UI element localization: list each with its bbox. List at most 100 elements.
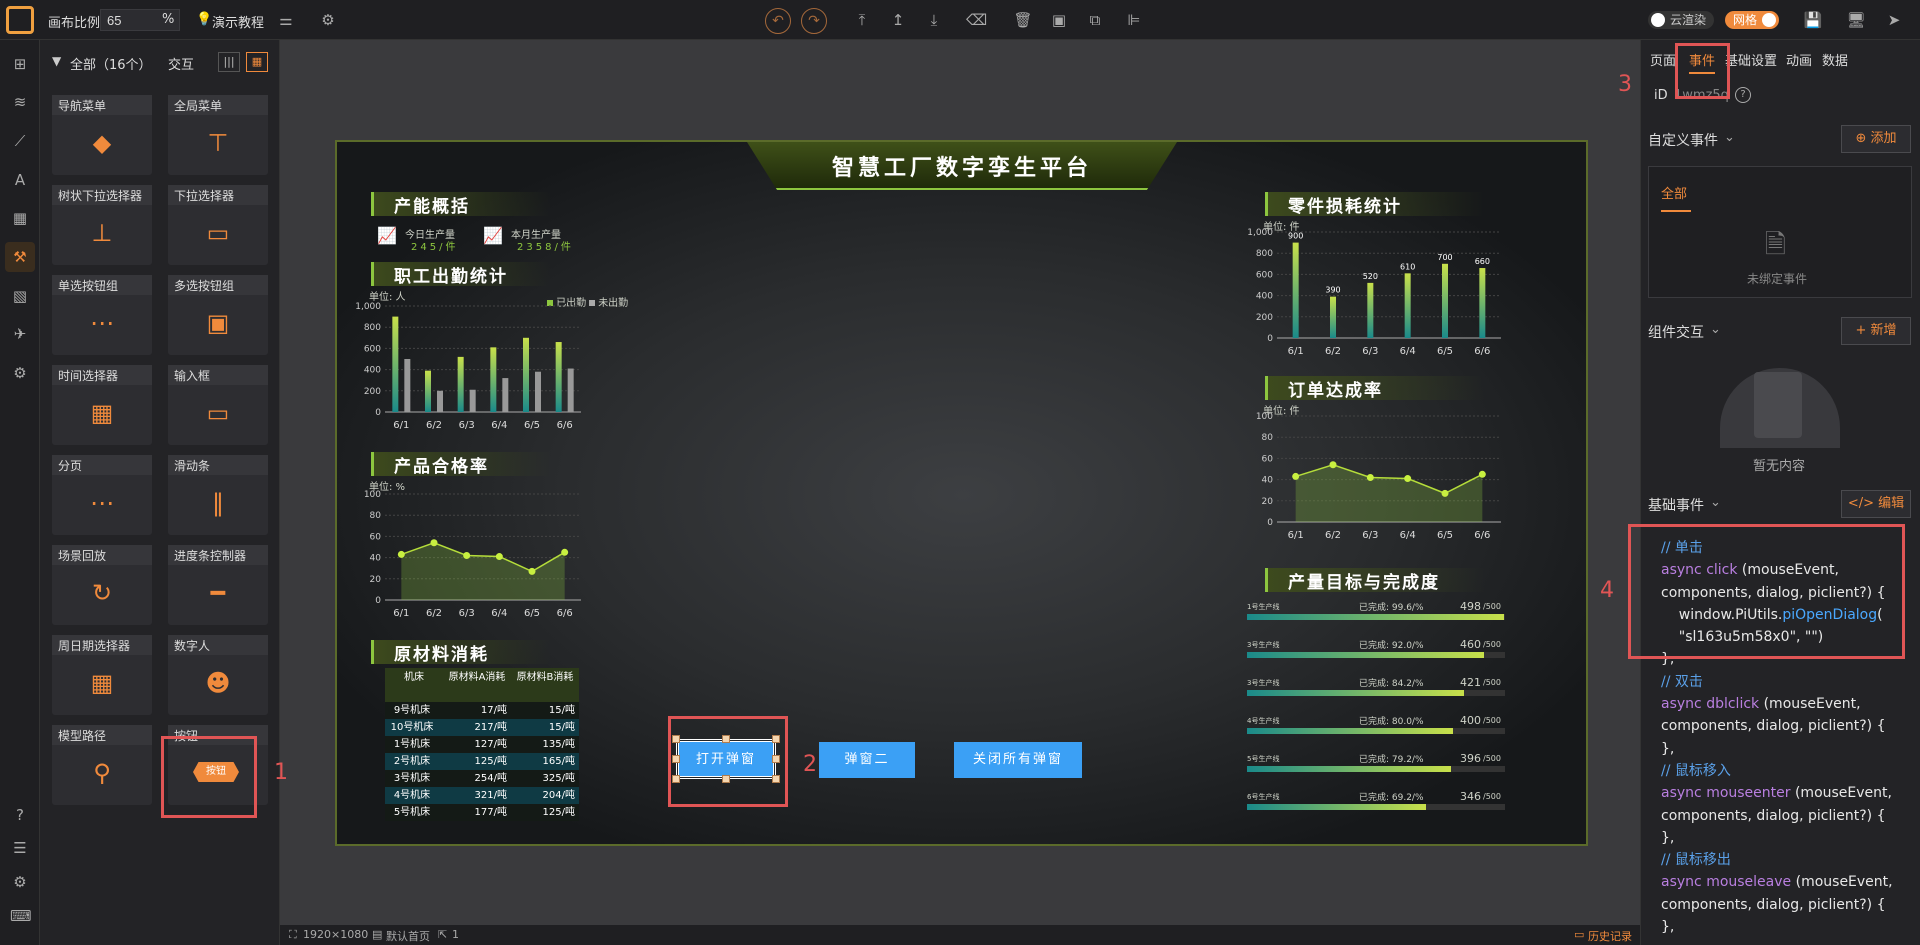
x-tick-label: 6/4 — [1400, 346, 1416, 357]
y-tick-label: 80 — [1262, 433, 1274, 443]
redo-button[interactable]: ↷ — [801, 8, 827, 34]
y-tick-label: 20 — [1262, 497, 1274, 507]
new-interaction-button[interactable]: + 新增 — [1841, 317, 1911, 345]
component-card[interactable]: 时间选择器 ▦ — [52, 365, 152, 445]
filter-label[interactable]: 全部（16个） — [70, 54, 152, 73]
settings-icon[interactable]: ⚙ — [10, 872, 30, 892]
component-card[interactable]: 下拉选择器 ▭ — [168, 185, 268, 265]
code-line: // 鼠标移入 — [1661, 760, 1911, 782]
monitor-icon[interactable]: 🖥 — [1846, 10, 1866, 30]
edit-code-button[interactable]: </> 编辑 — [1841, 490, 1911, 518]
target-total: /500 — [1483, 716, 1501, 725]
component-card[interactable]: 全局菜单 ⊤ — [168, 95, 268, 175]
target-track — [1247, 652, 1505, 658]
undo-button[interactable]: ↶ — [765, 8, 791, 34]
chevron-down-icon[interactable]: ⌄ — [1710, 495, 1721, 510]
move-up-icon[interactable]: ↥ — [888, 10, 908, 30]
code-line: async dblclick (mouseEvent, — [1661, 693, 1911, 715]
list-view-icon[interactable]: ||| — [218, 52, 240, 72]
controls-icon[interactable]: ⚒ — [10, 247, 30, 267]
model-icon[interactable]: ⚙ — [10, 363, 30, 383]
component-card[interactable]: 周日期选择器 ▦ — [52, 635, 152, 715]
component-card[interactable]: 输入框 ▭ — [168, 365, 268, 445]
close-all-dialogs-button[interactable]: 关闭所有弹窗 — [954, 742, 1082, 778]
grid-toggle[interactable]: 网格 — [1725, 11, 1780, 29]
table-cell: 5号机床 — [393, 807, 431, 818]
move-top-icon[interactable]: ⤒ — [852, 10, 872, 30]
component-card-title: 模型路径 — [52, 725, 152, 745]
grid-view-icon[interactable]: ▦ — [246, 52, 268, 72]
y-tick-label: 0 — [1267, 518, 1273, 528]
component-icon: ▦ — [90, 669, 114, 697]
filter-icon[interactable]: ▼ — [52, 54, 61, 68]
table-header-cell: 机床 — [404, 672, 424, 683]
events-all-tab[interactable]: 全部 — [1661, 183, 1687, 202]
component-card-title: 分页 — [52, 455, 152, 475]
sliders-icon[interactable]: ⚌ — [276, 10, 296, 30]
layers-icon[interactable]: ≋ — [10, 92, 30, 112]
legend-absent-label: 未出勤 — [598, 298, 629, 309]
dialog-two-button[interactable]: 弹窗二 — [819, 742, 915, 778]
bar — [555, 342, 562, 412]
delete-icon[interactable]: 🗑 — [1013, 10, 1033, 30]
component-card[interactable]: 多选按钮组 ▣ — [168, 275, 268, 355]
component-card[interactable]: 进度条控制器 ━ — [168, 545, 268, 625]
edit-code-label: 编辑 — [1878, 496, 1905, 511]
clear-icon[interactable]: ⌫ — [966, 10, 987, 30]
tab-basic[interactable]: 基础设置 — [1725, 50, 1777, 69]
table-cell: 321/吨 — [474, 790, 507, 801]
table-icon[interactable]: ▦ — [10, 208, 30, 228]
empty-label: 暂无内容 — [1753, 459, 1806, 474]
components-icon[interactable]: ⊞ — [10, 54, 30, 74]
cloud-render-toggle[interactable]: 云渲染 — [1648, 11, 1715, 29]
component-card[interactable]: 树状下拉选择器 ⊥ — [52, 185, 152, 265]
component-card[interactable]: 滑动条 ‖ — [168, 455, 268, 535]
bar — [404, 359, 411, 412]
x-tick-label: 6/4 — [1400, 530, 1416, 541]
x-tick-label: 6/6 — [1474, 530, 1490, 541]
table-row: 5号机床 177/吨 125/吨 — [385, 804, 579, 821]
interaction-tab[interactable]: 交互 — [168, 54, 194, 73]
tab-data[interactable]: 数据 — [1822, 50, 1848, 69]
chevron-down-icon[interactable]: ⌄ — [1710, 322, 1721, 337]
component-card[interactable]: 单选按钮组 ⋯ — [52, 275, 152, 355]
component-card[interactable]: 导航菜单 ◆ — [52, 95, 152, 175]
plane-icon[interactable]: ✈ — [10, 324, 30, 344]
gear-icon[interactable]: ⚙ — [318, 10, 338, 30]
data-point — [397, 550, 405, 558]
bar — [1479, 268, 1486, 338]
data-point — [495, 553, 503, 561]
x-tick-label: 6/1 — [1288, 530, 1304, 541]
history-button[interactable]: 历史记录 — [1588, 928, 1632, 944]
add-event-button[interactable]: ⊕ 添加 — [1841, 125, 1911, 153]
table-cell: 254/吨 — [474, 773, 507, 784]
help-icon[interactable]: ? — [1735, 87, 1751, 103]
bar — [490, 347, 497, 412]
save-icon[interactable]: 💾 — [1803, 10, 1823, 30]
tab-page[interactable]: 页面 — [1650, 50, 1676, 69]
chart-icon[interactable]: ⟋ — [10, 131, 30, 151]
scale-label: 画布比例 — [48, 16, 101, 31]
code-comment: // 双击 — [1661, 673, 1703, 690]
component-card-title: 场景回放 — [52, 545, 152, 565]
keyboard-icon[interactable]: ⌨ — [10, 906, 32, 926]
component-card[interactable]: 分页 ⋯ — [52, 455, 152, 535]
group-icon[interactable]: ▣ — [1049, 10, 1069, 30]
text-icon[interactable]: A — [10, 170, 30, 190]
chevron-down-icon[interactable]: ⌄ — [1724, 130, 1735, 145]
media-icon[interactable]: ▧ — [10, 286, 30, 306]
ungroup-icon[interactable]: ⧉ — [1085, 10, 1105, 30]
default-home[interactable]: 默认首页 — [386, 928, 430, 944]
component-card[interactable]: 数字人 ☻ — [168, 635, 268, 715]
tab-animation[interactable]: 动画 — [1786, 50, 1812, 69]
component-card[interactable]: 模型路径 ⚲ — [52, 725, 152, 805]
component-card-title: 单选按钮组 — [52, 275, 152, 295]
component-card[interactable]: 场景回放 ↻ — [52, 545, 152, 625]
help-icon[interactable]: ? — [10, 805, 30, 825]
move-bottom-icon[interactable]: ⤓ — [924, 10, 944, 30]
doc-icon[interactable]: ☰ — [10, 838, 30, 858]
x-tick-label: 6/3 — [1362, 530, 1378, 541]
publish-icon[interactable]: ➤ — [1884, 10, 1904, 30]
align-icon[interactable]: ⊫ — [1124, 10, 1144, 30]
tutorial-button[interactable]: 演示教程 — [212, 12, 264, 31]
